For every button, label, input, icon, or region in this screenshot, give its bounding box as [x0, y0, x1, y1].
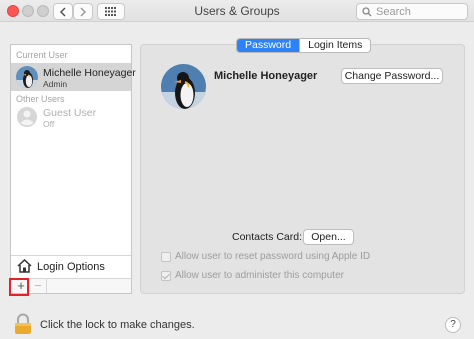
login-options-label: Login Options: [37, 261, 105, 273]
administer-computer-option[interactable]: Allow user to administer this computer: [161, 270, 344, 281]
administer-checkbox[interactable]: [161, 270, 171, 281]
help-button[interactable]: ?: [445, 317, 461, 333]
lock-status-text: Click the lock to make changes.: [40, 319, 195, 331]
user-full-name: Michelle Honeyager: [214, 70, 318, 82]
user-list-panel: Current User Michelle Honeyager Admin Ot…: [10, 44, 136, 294]
user-role: Admin: [43, 79, 68, 89]
contacts-card-label: Contacts Card:: [232, 231, 303, 243]
user-avatar: [16, 66, 38, 88]
guest-user-name: Guest User: [43, 107, 97, 119]
house-icon: [17, 259, 32, 273]
open-contacts-button[interactable]: Open...: [303, 229, 354, 245]
user-row-guest[interactable]: Guest User Off: [11, 103, 131, 131]
reset-password-label: Allow user to reset password using Apple…: [175, 251, 371, 262]
change-password-button[interactable]: Change Password...: [341, 68, 443, 84]
user-name: Michelle Honeyager: [43, 67, 136, 79]
title-bar: Users & Groups: [0, 0, 474, 22]
tab-control: Password Login Items: [236, 38, 372, 53]
user-row-michelle[interactable]: Michelle Honeyager Admin: [11, 63, 136, 91]
reset-password-apple-id-option[interactable]: Allow user to reset password using Apple…: [161, 251, 370, 262]
guest-avatar-icon: [16, 106, 38, 128]
guest-user-status: Off: [43, 119, 55, 129]
search-input[interactable]: [376, 5, 466, 18]
remove-user-button[interactable]: −: [30, 279, 47, 293]
user-picture[interactable]: [161, 64, 206, 109]
reset-password-checkbox[interactable]: [161, 251, 171, 262]
current-user-heading: Current User: [16, 50, 68, 60]
tab-login-items[interactable]: Login Items: [299, 39, 370, 52]
search-icon: [362, 6, 372, 16]
lock-icon[interactable]: [13, 313, 33, 335]
login-options-item[interactable]: Login Options: [11, 255, 131, 277]
tab-password[interactable]: Password: [237, 39, 300, 52]
search-field[interactable]: [356, 3, 468, 20]
administer-label: Allow user to administer this computer: [175, 270, 344, 281]
add-remove-bar: + −: [11, 278, 131, 293]
add-button-highlight: [9, 278, 29, 296]
